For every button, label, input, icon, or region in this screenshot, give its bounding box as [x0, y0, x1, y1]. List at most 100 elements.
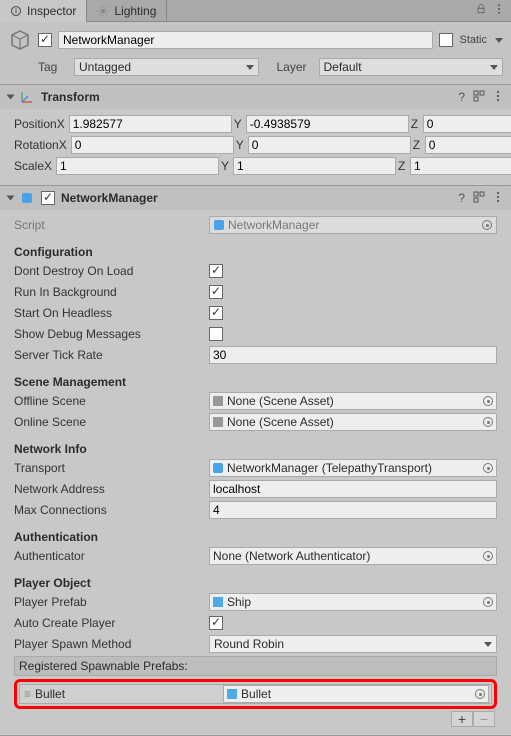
object-picker-icon[interactable] [483, 417, 493, 427]
script-label: Script [14, 218, 209, 232]
help-icon[interactable]: ? [458, 90, 465, 104]
player-prefab-label: Player Prefab [14, 595, 209, 609]
gameobject-icon[interactable] [8, 28, 32, 52]
scale-x-input[interactable] [56, 157, 219, 175]
script-icon [213, 463, 223, 473]
scale-z-input[interactable] [410, 157, 511, 175]
position-label: Position [14, 117, 57, 131]
layer-label: Layer [277, 60, 315, 74]
tab-inspector[interactable]: Inspector [0, 0, 87, 22]
gameobject-name-input[interactable] [58, 31, 433, 49]
address-label: Network Address [14, 482, 209, 496]
gameobject-header: Static Tag Untagged Layer Default [0, 22, 511, 85]
player-obj-heading: Player Object [14, 576, 497, 590]
rotation-z-input[interactable] [425, 136, 511, 154]
foldout-icon [7, 196, 15, 201]
position-z-input[interactable] [423, 115, 511, 133]
chevron-down-icon [484, 642, 492, 647]
spawnable-label: Bullet [33, 687, 223, 701]
kebab-icon[interactable] [493, 90, 503, 105]
static-label: Static [459, 34, 487, 46]
rotation-y-input[interactable] [248, 136, 411, 154]
scene-icon [213, 417, 223, 427]
object-picker-icon[interactable] [483, 597, 493, 607]
sun-icon [97, 5, 109, 17]
autocreate-checkbox[interactable] [209, 616, 223, 630]
autocreate-label: Auto Create Player [14, 616, 209, 630]
show-debug-checkbox[interactable] [209, 327, 223, 341]
spawn-method-dropdown[interactable]: Round Robin [209, 635, 497, 653]
foldout-icon [7, 95, 15, 100]
spawnable-object-field[interactable]: Bullet [223, 685, 489, 703]
scene-mgmt-heading: Scene Management [14, 375, 497, 389]
info-icon [10, 5, 22, 17]
transport-label: Transport [14, 461, 209, 475]
start-headless-label: Start On Headless [14, 306, 209, 320]
spawnable-prefab-row[interactable]: ≡ Bullet Bullet [19, 684, 492, 704]
networkmanager-component: NetworkManager ? Script NetworkManager C… [0, 186, 511, 736]
object-picker-icon[interactable] [475, 689, 485, 699]
preset-icon[interactable] [473, 90, 485, 105]
start-headless-checkbox[interactable] [209, 306, 223, 320]
preset-icon[interactable] [473, 191, 485, 206]
tick-rate-label: Server Tick Rate [14, 348, 209, 362]
offline-scene-label: Offline Scene [14, 394, 209, 408]
transform-icon [19, 89, 35, 105]
object-picker-icon[interactable] [483, 463, 493, 473]
position-y-input[interactable] [246, 115, 409, 133]
maxconn-input[interactable] [209, 501, 497, 519]
object-picker-icon[interactable] [483, 551, 493, 561]
tag-label: Tag [38, 60, 70, 74]
add-button[interactable]: + [451, 711, 473, 727]
scale-y-input[interactable] [233, 157, 396, 175]
network-info-heading: Network Info [14, 442, 497, 456]
help-icon[interactable]: ? [458, 191, 465, 205]
scene-icon [213, 396, 223, 406]
remove-button[interactable]: − [473, 711, 495, 727]
transform-header[interactable]: Transform ? [0, 85, 511, 109]
show-debug-label: Show Debug Messages [14, 327, 209, 341]
chevron-down-icon [490, 65, 498, 70]
tag-dropdown[interactable]: Untagged [74, 58, 259, 76]
layer-dropdown[interactable]: Default [319, 58, 504, 76]
lock-icon[interactable] [475, 3, 487, 18]
auth-heading: Authentication [14, 530, 497, 544]
tab-lighting[interactable]: Lighting [87, 0, 167, 22]
offline-scene-field[interactable]: None (Scene Asset) [209, 392, 497, 410]
position-x-input[interactable] [69, 115, 232, 133]
script-icon [214, 220, 224, 230]
rotation-x-input[interactable] [71, 136, 234, 154]
networkmanager-header[interactable]: NetworkManager ? [0, 186, 511, 210]
tab-label: Lighting [114, 4, 156, 18]
maxconn-label: Max Connections [14, 503, 209, 517]
transform-component: Transform ? Position X Y Z Rotation X Y … [0, 85, 511, 186]
tag-value: Untagged [79, 60, 131, 74]
address-input[interactable] [209, 480, 497, 498]
static-dropdown-icon[interactable] [495, 38, 503, 43]
script-field: NetworkManager [209, 216, 497, 234]
registered-prefabs-label: Registered Spawnable Prefabs: [14, 656, 497, 676]
active-checkbox[interactable] [38, 33, 52, 47]
dont-destroy-checkbox[interactable] [209, 264, 223, 278]
kebab-icon[interactable] [493, 3, 505, 18]
scale-label: Scale [14, 159, 44, 173]
tab-bar: Inspector Lighting [0, 0, 511, 22]
drag-handle-icon[interactable]: ≡ [20, 687, 33, 701]
networkmanager-title: NetworkManager [61, 191, 452, 205]
authenticator-field[interactable]: None (Network Authenticator) [209, 547, 497, 565]
rotation-label: Rotation [14, 138, 59, 152]
layer-value: Default [324, 60, 362, 74]
component-enabled-checkbox[interactable] [41, 191, 55, 205]
tab-label: Inspector [27, 4, 76, 18]
kebab-icon[interactable] [493, 191, 503, 206]
online-scene-field[interactable]: None (Scene Asset) [209, 413, 497, 431]
object-picker-icon[interactable] [482, 220, 492, 230]
object-picker-icon[interactable] [483, 396, 493, 406]
player-prefab-field[interactable]: Ship [209, 593, 497, 611]
run-bg-checkbox[interactable] [209, 285, 223, 299]
transport-field[interactable]: NetworkManager (TelepathyTransport) [209, 459, 497, 477]
tick-rate-input[interactable] [209, 346, 497, 364]
static-checkbox[interactable] [439, 33, 453, 47]
spawn-method-label: Player Spawn Method [14, 637, 209, 651]
transform-title: Transform [41, 90, 452, 104]
